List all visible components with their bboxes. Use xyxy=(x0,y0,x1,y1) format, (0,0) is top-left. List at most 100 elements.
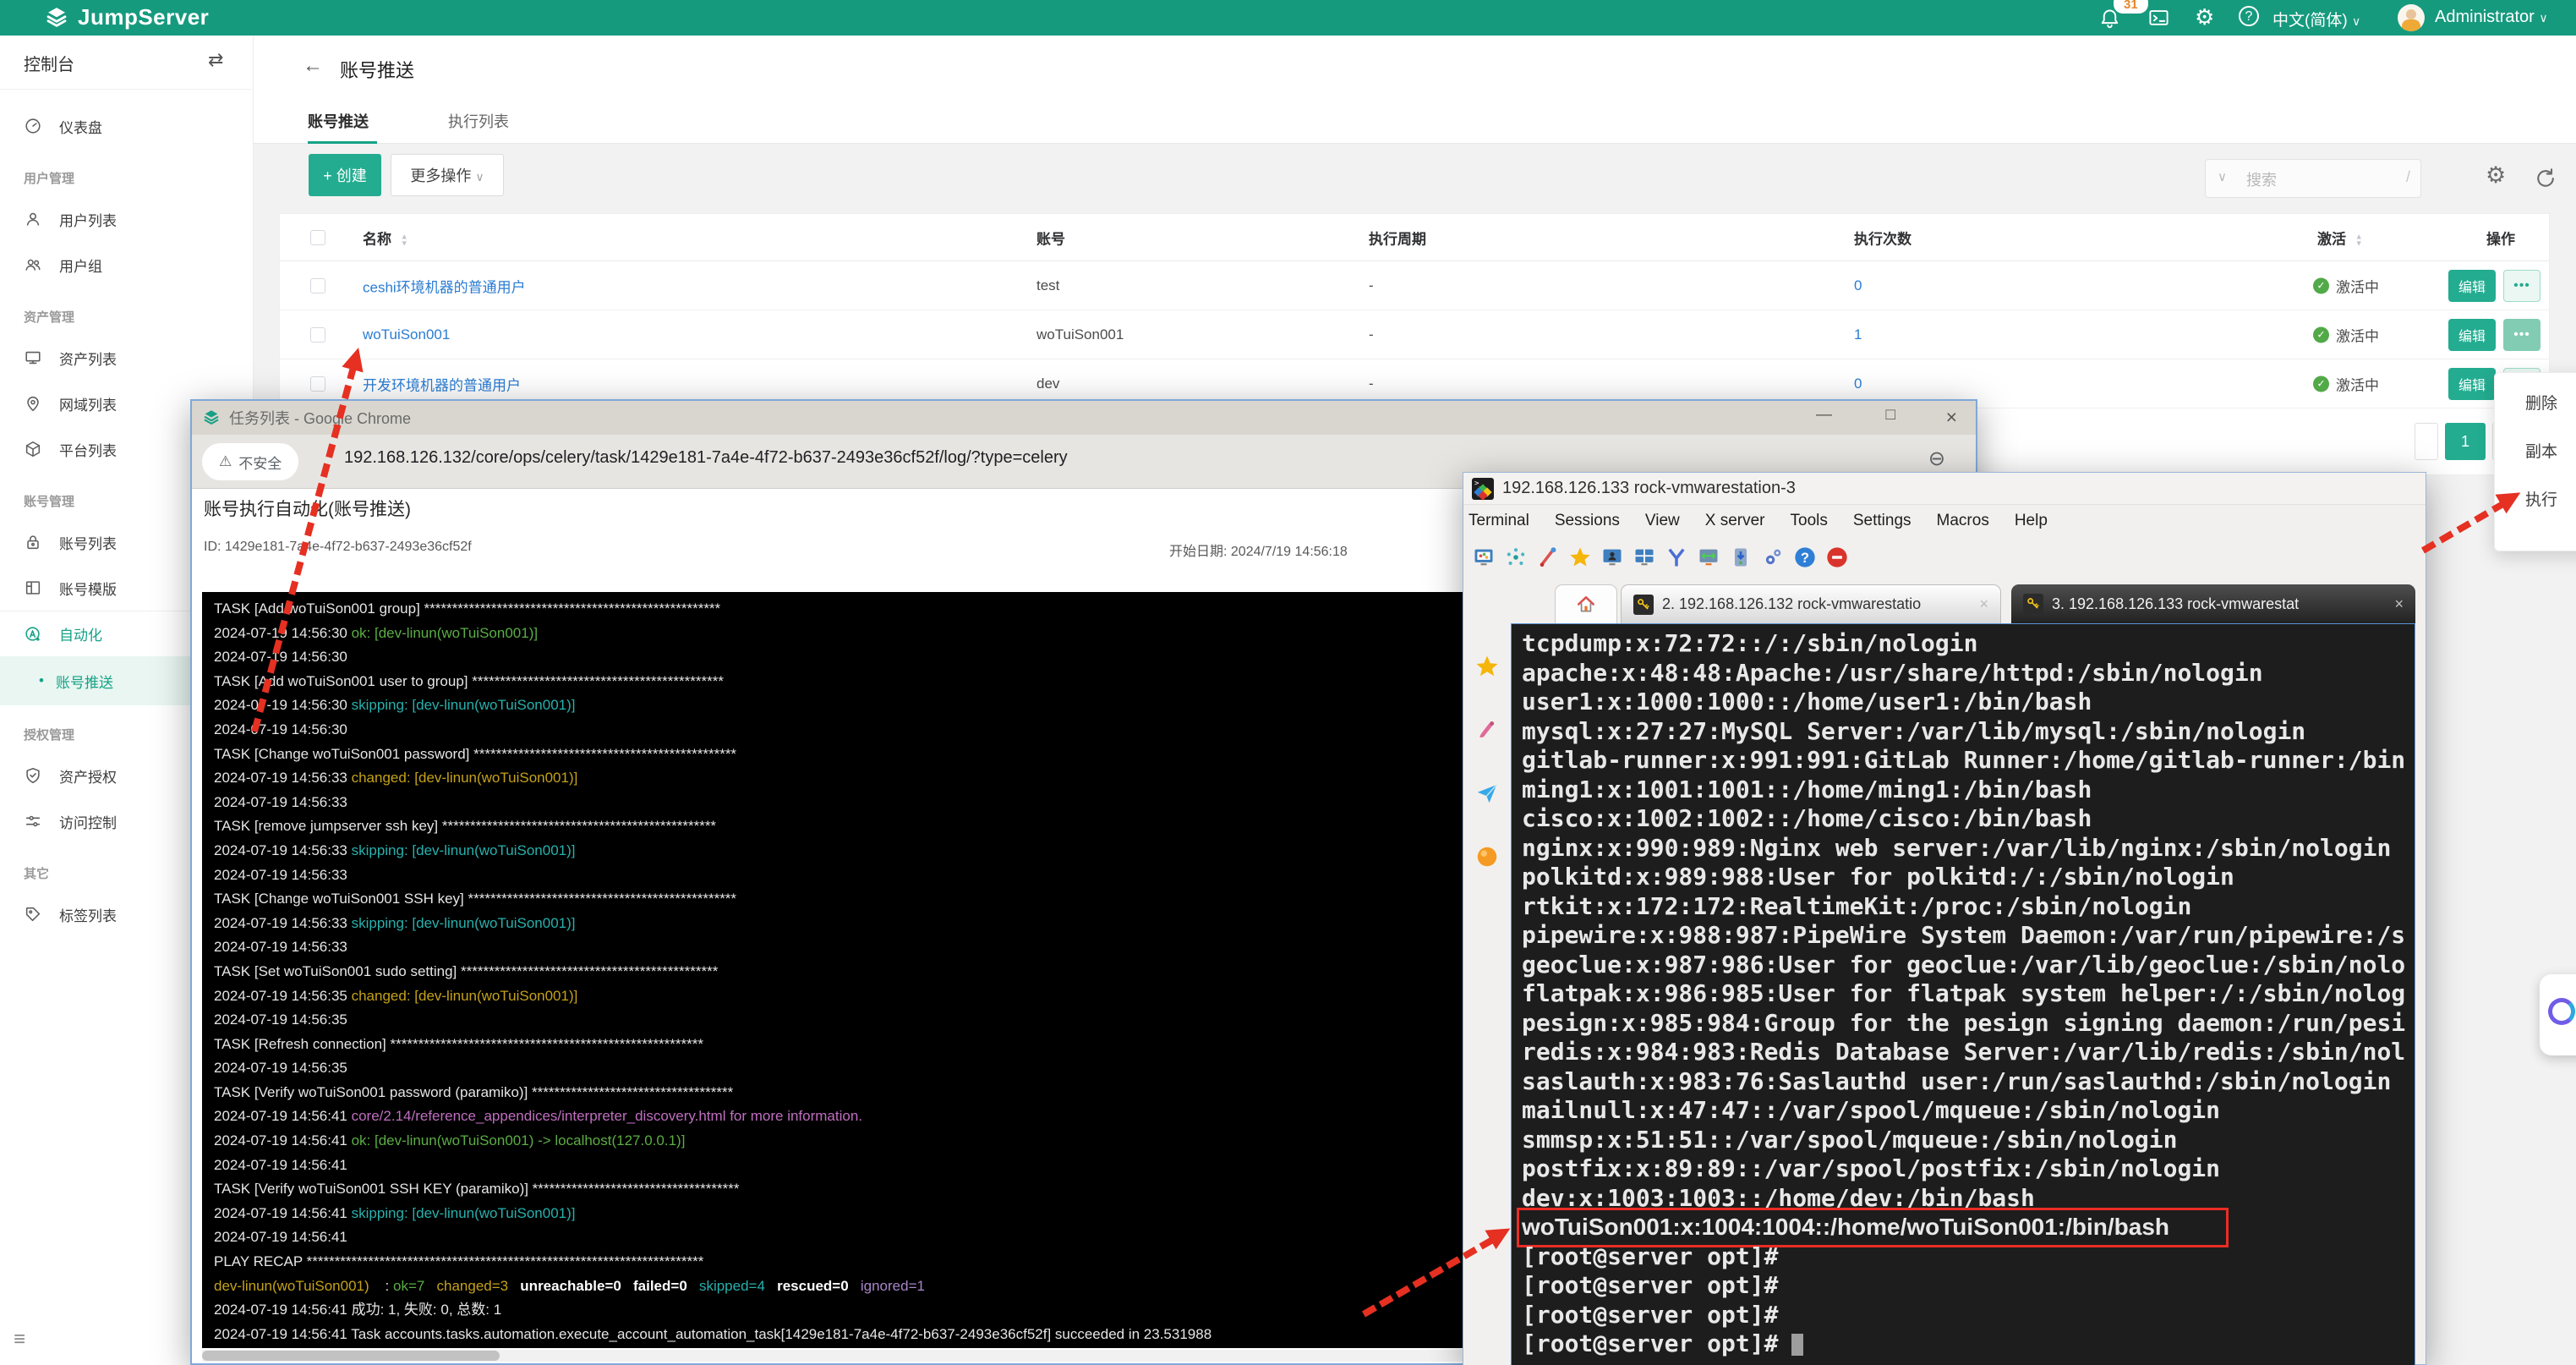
paper-plane-icon[interactable] xyxy=(1474,781,1500,810)
close-tab-icon[interactable]: × xyxy=(1979,595,1988,613)
pagination-prev-button[interactable] xyxy=(2415,423,2438,460)
row-exec-count-link[interactable]: 0 xyxy=(1854,277,1862,294)
close-icon[interactable]: × xyxy=(1946,406,1957,429)
packages-icon[interactable] xyxy=(1727,544,1754,571)
exit-icon[interactable] xyxy=(1824,544,1851,571)
menu-item-副本[interactable]: 副本 xyxy=(2495,426,2576,474)
moba-titlebar[interactable]: >_ 192.168.126.133 rock-vmwarestation-3 xyxy=(1463,473,2426,505)
edit-button[interactable]: 编辑 xyxy=(2448,319,2496,351)
slash-shortcut-hint: / xyxy=(2406,168,2410,186)
back-arrow-icon[interactable]: ← xyxy=(303,54,323,78)
row-period: - xyxy=(1369,376,1374,392)
jumpserver-favicon xyxy=(202,408,221,427)
settings-gear-icon[interactable]: ⚙ xyxy=(2195,4,2214,30)
network-icon[interactable] xyxy=(1502,544,1529,571)
multiexec-icon[interactable] xyxy=(1663,544,1690,571)
xserver-icon[interactable] xyxy=(1599,544,1626,571)
sidebar-item-用户列表[interactable]: 用户列表 xyxy=(0,196,254,242)
ball-icon[interactable] xyxy=(1474,844,1500,874)
sidebar-item-用户组[interactable]: 用户组 xyxy=(0,242,254,288)
help-icon[interactable]: ? xyxy=(2239,6,2259,26)
moba-home-tab[interactable] xyxy=(1555,584,1617,623)
security-indicator[interactable]: ⚠不安全 xyxy=(202,443,298,480)
star-icon[interactable] xyxy=(1474,654,1500,683)
search-scope-chevron-icon[interactable]: ∨ xyxy=(2218,169,2227,184)
row-name-link[interactable]: woTuiSon001 xyxy=(363,326,450,343)
session-icon[interactable] xyxy=(1470,544,1497,571)
row-checkbox[interactable] xyxy=(310,278,325,293)
swap-view-icon[interactable]: ⇄ xyxy=(208,49,223,71)
pagination-page-1[interactable]: 1 xyxy=(2445,423,2486,460)
col-active[interactable]: 激活 ▲▼ xyxy=(2317,227,2363,248)
zoom-out-icon[interactable]: ⊖ xyxy=(1928,447,1945,471)
menu-x-server[interactable]: X server xyxy=(1705,512,1765,530)
notification-badge: 31 xyxy=(2114,0,2148,14)
menu-macros[interactable]: Macros xyxy=(1937,512,1989,530)
row-account: woTuiSon001 xyxy=(1036,326,1124,343)
col-name[interactable]: 名称 ▲▼ xyxy=(363,227,408,248)
ssh-terminal-output[interactable]: tcpdump:x:72:72::/:/sbin/nologinapache:x… xyxy=(1511,623,2415,1365)
create-button[interactable]: + 创建 xyxy=(309,154,381,196)
row-more-button[interactable]: ••• xyxy=(2503,270,2540,302)
row-exec-count-link[interactable]: 0 xyxy=(1854,376,1862,392)
language-selector[interactable]: 中文(简体) ∨ xyxy=(2272,8,2360,30)
collapse-menu-icon[interactable]: ≡ xyxy=(14,1328,25,1351)
chrome-titlebar[interactable]: 任务列表 - Google Chrome — □ × xyxy=(192,401,1976,435)
tools-icon[interactable] xyxy=(1534,544,1561,571)
close-tab-icon[interactable]: × xyxy=(2394,595,2404,613)
more-actions-button[interactable]: 更多操作 ∨ xyxy=(391,154,504,196)
menu-help[interactable]: Help xyxy=(2015,512,2048,530)
col-count[interactable]: 执行次数 xyxy=(1854,227,1911,248)
split-view-icon[interactable] xyxy=(1631,544,1658,571)
sidebar-item-仪表盘[interactable]: 仪表盘 xyxy=(0,103,254,149)
menu-settings[interactable]: Settings xyxy=(1853,512,1911,530)
status-label: 激活中 xyxy=(2336,275,2379,296)
menu-terminal[interactable]: Terminal xyxy=(1468,512,1529,530)
terminal-line-21: woTuiSon001:x:1004:1004::/home/woTuiSon0… xyxy=(1522,1213,2415,1242)
help-icon[interactable]: ? xyxy=(1791,544,1819,571)
terminal-line-8: nginx:x:990:989:Nginx web server:/var/li… xyxy=(1522,834,2415,863)
avatar[interactable] xyxy=(2398,4,2425,31)
web-terminal-icon[interactable] xyxy=(2147,7,2170,30)
row-more-button[interactable]: ••• xyxy=(2503,319,2540,351)
home-icon xyxy=(1575,594,1597,616)
menu-tools[interactable]: Tools xyxy=(1791,512,1828,530)
search-input[interactable]: ∨ 搜索 / xyxy=(2205,159,2421,198)
menu-view[interactable]: View xyxy=(1645,512,1680,530)
row-exec-count-link[interactable]: 1 xyxy=(1854,326,1862,343)
bookmark-star-icon[interactable] xyxy=(1567,544,1594,571)
row-checkbox[interactable] xyxy=(310,376,325,392)
row-name-link[interactable]: ceshi环境机器的普通用户 xyxy=(363,275,526,296)
user-menu[interactable]: Administrator ∨ xyxy=(2435,8,2548,27)
layout-icon xyxy=(24,578,42,597)
terminal-line-9: polkitd:x:989:988:User for polkitd:/:/sb… xyxy=(1522,863,2415,892)
edit-button[interactable]: 编辑 xyxy=(2448,368,2496,400)
tab-execution-list[interactable]: 执行列表 xyxy=(448,110,509,132)
table-settings-gear-icon[interactable]: ⚙ xyxy=(2486,162,2506,189)
col-account[interactable]: 账号 xyxy=(1036,227,1065,248)
row-checkbox[interactable] xyxy=(310,327,325,343)
minimize-icon[interactable]: — xyxy=(1816,406,1832,425)
col-period[interactable]: 执行周期 xyxy=(1369,227,1426,248)
sidebar-item-资产列表[interactable]: 资产列表 xyxy=(0,335,254,381)
sidebar-section-4: 资产管理 xyxy=(0,288,254,335)
edit-button[interactable]: 编辑 xyxy=(2448,270,2496,302)
moba-tab-3[interactable]: 3. 192.168.126.133 rock-vmwarestat × xyxy=(2011,584,2415,623)
sidebar-section-1: 用户管理 xyxy=(0,149,254,196)
floating-extension-widget[interactable] xyxy=(2540,974,2576,1055)
scrollbar-thumb[interactable] xyxy=(202,1351,500,1361)
moba-tab-2[interactable]: 2. 192.168.126.132 rock-vmwarestatio × xyxy=(1621,584,2001,623)
brush-icon[interactable] xyxy=(1474,717,1500,747)
tab-account-push[interactable]: 账号推送 xyxy=(308,110,369,132)
refresh-icon[interactable] xyxy=(2533,166,2558,191)
row-name-link[interactable]: 开发环境机器的普通用户 xyxy=(363,373,521,394)
maximize-icon[interactable]: □ xyxy=(1886,406,1895,425)
url-text[interactable]: 192.168.126.132/core/ops/celery/task/142… xyxy=(344,448,1068,468)
tunnel-icon[interactable] xyxy=(1695,544,1722,571)
menu-sessions[interactable]: Sessions xyxy=(1555,512,1620,530)
moba-window-title: 192.168.126.133 rock-vmwarestation-3 xyxy=(1502,479,1796,498)
menu-item-删除[interactable]: 删除 xyxy=(2495,378,2576,426)
settings-icon[interactable] xyxy=(1759,544,1786,571)
brand-logo[interactable]: JumpServer xyxy=(44,4,209,30)
select-all-checkbox[interactable] xyxy=(310,230,325,245)
